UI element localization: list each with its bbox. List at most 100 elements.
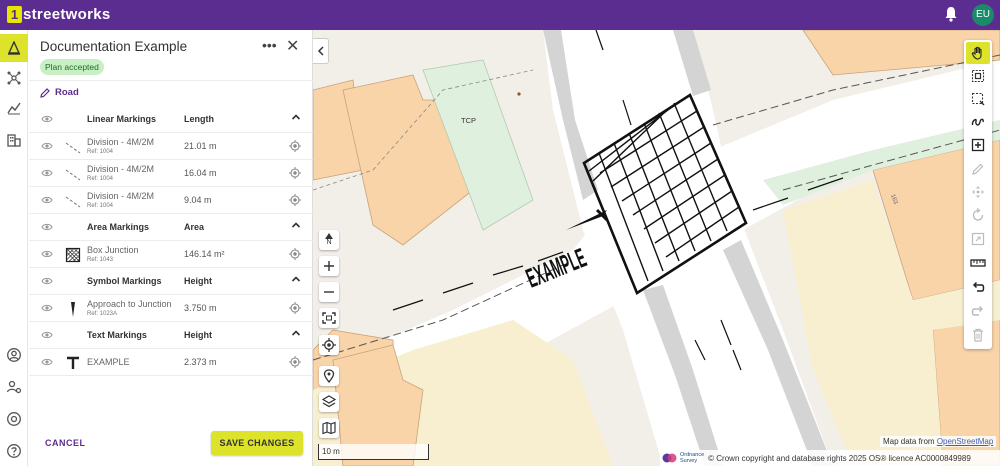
group-column: Height xyxy=(184,330,212,340)
group-name: Text Markings xyxy=(87,330,147,340)
eye-icon[interactable] xyxy=(41,141,53,151)
list-item[interactable]: Division - 4M/2M Ref: 1004 9.04 m xyxy=(29,187,313,214)
zoom-out-button[interactable] xyxy=(319,282,339,302)
zoom-in-button[interactable] xyxy=(319,256,339,276)
nav-roadworks-icon[interactable] xyxy=(0,34,28,62)
list-item[interactable]: Division - 4M/2M Ref: 1004 21.01 m xyxy=(29,133,313,160)
hand-icon xyxy=(971,46,982,60)
item-value: 16.04 m xyxy=(184,168,217,178)
resize-icon xyxy=(971,232,985,246)
map-view[interactable]: TCP 163 EXAMPLE xyxy=(313,30,1000,466)
nav-buildings-icon[interactable] xyxy=(0,126,28,154)
rotate-tool-button[interactable] xyxy=(966,204,990,226)
cancel-button[interactable]: CANCEL xyxy=(45,438,86,448)
box-junction-icon xyxy=(65,247,81,263)
eye-icon[interactable] xyxy=(41,249,53,259)
pan-tool-button[interactable] xyxy=(966,42,990,64)
list-item[interactable]: EXAMPLE 2.373 m xyxy=(29,349,313,376)
nav-account-icon[interactable] xyxy=(0,341,28,369)
fit-extent-icon xyxy=(322,312,336,324)
openstreetmap-link[interactable]: OpenStreetMap xyxy=(937,437,993,446)
undo-button[interactable] xyxy=(966,276,990,298)
nav-network-icon[interactable] xyxy=(0,64,28,92)
add-feature-button[interactable] xyxy=(966,134,990,156)
locate-icon[interactable] xyxy=(289,167,301,179)
map-poi-dot xyxy=(517,92,521,96)
list-item[interactable]: Division - 4M/2M Ref: 1004 16.04 m xyxy=(29,160,313,187)
text-icon xyxy=(67,356,79,369)
locate-icon[interactable] xyxy=(289,194,301,206)
item-ref: Ref: 1004 xyxy=(87,149,114,155)
eye-icon[interactable] xyxy=(41,195,53,205)
attribution-prefix: Map data from xyxy=(883,437,937,446)
panel-title: Documentation Example xyxy=(40,39,188,54)
user-avatar[interactable]: EU xyxy=(972,4,994,26)
add-pin-button[interactable] xyxy=(319,366,339,386)
chevron-up-icon[interactable] xyxy=(291,113,301,121)
plus-icon xyxy=(324,261,334,271)
box-select-tool-button[interactable] xyxy=(966,88,990,110)
chevron-up-icon[interactable] xyxy=(291,329,301,337)
eye-icon[interactable] xyxy=(41,168,53,178)
compass-button[interactable]: N xyxy=(319,230,339,250)
chevron-up-icon[interactable] xyxy=(291,221,301,229)
group-linear-markings[interactable]: Linear Markings Length xyxy=(29,106,313,133)
eye-icon[interactable] xyxy=(41,303,53,313)
locate-icon[interactable] xyxy=(289,302,301,314)
measure-tool-button[interactable] xyxy=(966,252,990,274)
app-logo[interactable]: 1 streetworks xyxy=(7,6,111,23)
nav-analytics-icon[interactable] xyxy=(0,94,28,122)
bell-icon[interactable] xyxy=(944,6,958,27)
layers-button[interactable] xyxy=(319,392,339,412)
close-icon[interactable]: ✕ xyxy=(286,36,299,56)
chevron-left-icon xyxy=(317,46,324,56)
item-name: Approach to Junction xyxy=(87,299,172,309)
more-options-icon[interactable]: ••• xyxy=(262,37,277,53)
locate-icon[interactable] xyxy=(289,356,301,368)
nav-users-settings-icon[interactable] xyxy=(0,373,28,401)
trash-icon xyxy=(973,328,983,342)
eye-icon[interactable] xyxy=(41,330,53,340)
nav-support-icon[interactable] xyxy=(0,405,28,433)
nav-help-icon[interactable] xyxy=(0,437,28,465)
section-road[interactable]: Road xyxy=(40,87,79,98)
eye-icon[interactable] xyxy=(41,276,53,286)
locate-icon[interactable] xyxy=(289,248,301,260)
move-tool-button[interactable] xyxy=(966,181,990,203)
undo-icon xyxy=(972,281,985,292)
item-value: 21.01 m xyxy=(184,141,217,151)
group-area-markings[interactable]: Area Markings Area xyxy=(29,214,313,241)
minus-icon xyxy=(324,291,334,293)
redo-button[interactable] xyxy=(966,300,990,322)
redo-icon xyxy=(971,305,984,316)
basemap-button[interactable] xyxy=(319,418,339,438)
edit-tool-button[interactable] xyxy=(966,158,990,180)
eye-icon[interactable] xyxy=(41,357,53,367)
freehand-tool-button[interactable] xyxy=(966,111,990,133)
header-divider xyxy=(29,80,313,81)
resize-tool-button[interactable] xyxy=(966,228,990,250)
collapse-panel-button[interactable] xyxy=(313,38,329,64)
list-item[interactable]: Approach to Junction Ref: 1023A 3.750 m xyxy=(29,295,313,322)
list-item[interactable]: Box Junction Ref: 1043 146.14 m² xyxy=(29,241,313,268)
documentation-panel: Documentation Example ••• ✕ Plan accepte… xyxy=(29,30,313,466)
layers-icon xyxy=(322,395,336,408)
delete-button[interactable] xyxy=(966,324,990,346)
group-symbol-markings[interactable]: Symbol Markings Height xyxy=(29,268,313,295)
eye-icon[interactable] xyxy=(41,114,53,124)
save-changes-button[interactable]: SAVE CHANGES xyxy=(211,431,303,455)
locate-me-button[interactable] xyxy=(319,335,339,355)
status-badge: Plan accepted xyxy=(40,59,104,75)
section-label: Road xyxy=(55,87,79,98)
map-pin-icon xyxy=(323,369,335,383)
item-ref: Ref: 1004 xyxy=(87,176,114,182)
os-line-2: Survey xyxy=(680,458,698,464)
locate-icon[interactable] xyxy=(289,140,301,152)
select-tool-button[interactable] xyxy=(966,65,990,87)
chevron-up-icon[interactable] xyxy=(291,275,301,283)
eye-icon[interactable] xyxy=(41,222,53,232)
group-text-markings[interactable]: Text Markings Height xyxy=(29,322,313,349)
group-column: Length xyxy=(184,114,214,124)
scale-bar: 10 m xyxy=(318,444,429,460)
fit-extent-button[interactable] xyxy=(319,308,339,328)
